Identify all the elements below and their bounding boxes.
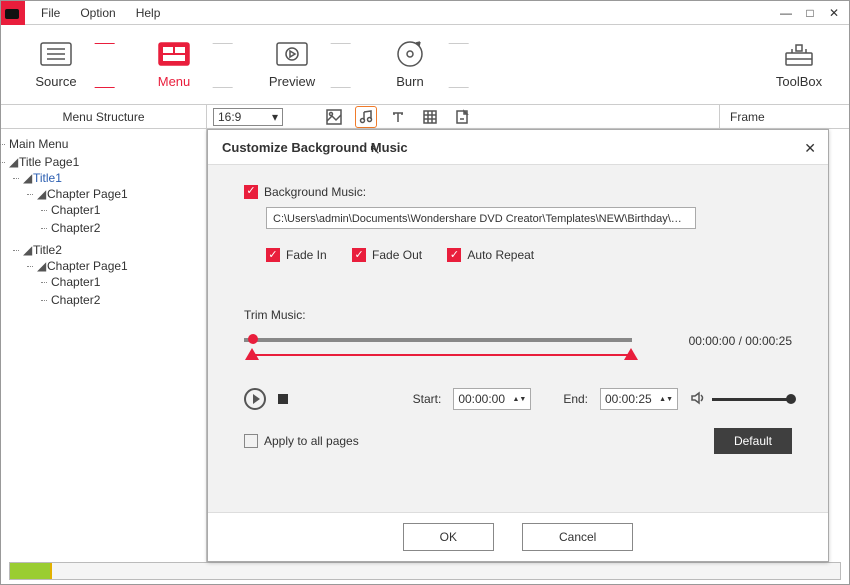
- chevron-down-icon: ▾: [272, 110, 278, 124]
- auto-repeat-checkbox[interactable]: ✓ Auto Repeat: [447, 248, 534, 262]
- step-burn-label: Burn: [365, 74, 455, 89]
- step-arrow: [455, 35, 483, 95]
- menu-option[interactable]: Option: [70, 6, 125, 20]
- customize-music-dialog: Customize Background Music ✕ ✓ Backgroun…: [207, 129, 829, 562]
- maximize-button[interactable]: □: [803, 6, 817, 20]
- trim-slider[interactable]: 00:00:00 / 00:00:25: [244, 330, 792, 360]
- apply-all-label: Apply to all pages: [264, 434, 359, 448]
- music-path-field[interactable]: C:\Users\admin\Documents\Wondershare DVD…: [266, 207, 696, 229]
- tree-title2[interactable]: ◢Title2 ◢Chapter Page1 Chapter1 Chapter2: [23, 241, 198, 313]
- menu-help[interactable]: Help: [126, 6, 171, 20]
- trim-start-handle[interactable]: [245, 348, 259, 360]
- background-music-checkbox[interactable]: ✓ Background Music:: [244, 185, 366, 199]
- start-time-value: 00:00:00: [458, 392, 505, 406]
- menu-tree[interactable]: Main Menu ◢Title Page1 ◢Title1 ◢Chapter …: [1, 129, 207, 562]
- fade-in-checkbox[interactable]: ✓ Fade In: [266, 248, 327, 262]
- check-icon: ✓: [447, 248, 461, 262]
- background-image-icon[interactable]: [323, 106, 345, 128]
- spinner-icon[interactable]: ▲▼: [512, 396, 526, 403]
- tree-title1[interactable]: ◢Title1 ◢Chapter Page1 Chapter1 Chapter2: [23, 169, 198, 241]
- end-time-field[interactable]: 00:00:25 ▲▼: [600, 388, 678, 410]
- step-preview[interactable]: Preview: [247, 40, 337, 89]
- end-label: End:: [563, 392, 588, 406]
- frame-panel-header: Frame: [719, 105, 849, 128]
- step-burn[interactable]: Burn: [365, 40, 455, 89]
- end-time-value: 00:00:25: [605, 392, 652, 406]
- dialog-close-button[interactable]: ✕: [804, 140, 816, 157]
- default-button[interactable]: Default: [714, 428, 792, 454]
- tree-chapter1[interactable]: Chapter1: [51, 201, 198, 219]
- menu-file[interactable]: File: [31, 6, 70, 20]
- trim-time-display: 00:00:00 / 00:00:25: [689, 334, 792, 348]
- step-arrow: [337, 35, 365, 95]
- background-music-icon[interactable]: [355, 106, 377, 128]
- minimize-button[interactable]: —: [779, 6, 793, 20]
- spinner-icon[interactable]: ▲▼: [659, 396, 673, 403]
- app-logo: [1, 1, 25, 25]
- trim-playhead[interactable]: [248, 334, 258, 344]
- tree-chapter-page1b[interactable]: ◢Chapter Page1 Chapter1 Chapter2: [37, 257, 198, 311]
- step-source-label: Source: [11, 74, 101, 89]
- tree-title-page1[interactable]: ◢Title Page1 ◢Title1 ◢Chapter Page1 Chap…: [9, 153, 198, 315]
- disc-usage-bar: [9, 562, 841, 580]
- fade-out-checkbox[interactable]: ✓ Fade Out: [352, 248, 422, 262]
- tree-chapter-page1a[interactable]: ◢Chapter Page1 Chapter1 Chapter2: [37, 185, 198, 239]
- step-menu[interactable]: Menu: [129, 40, 219, 89]
- step-arrow: [101, 35, 129, 95]
- apply-all-checkbox[interactable]: Apply to all pages: [244, 434, 359, 448]
- checkbox-empty-icon: [244, 434, 258, 448]
- tree-chapter4[interactable]: Chapter2: [51, 291, 198, 309]
- template-icon[interactable]: [451, 106, 473, 128]
- toolbox-button[interactable]: ToolBox: [759, 41, 839, 89]
- ok-button[interactable]: OK: [403, 523, 494, 551]
- check-icon: ✓: [352, 248, 366, 262]
- background-music-label: Background Music:: [264, 185, 366, 199]
- fade-out-label: Fade Out: [372, 248, 422, 262]
- chapter-icon[interactable]: [419, 106, 441, 128]
- volume-slider[interactable]: [712, 398, 792, 401]
- start-label: Start:: [413, 392, 442, 406]
- fade-in-label: Fade In: [286, 248, 327, 262]
- step-arrow: [219, 35, 247, 95]
- step-menu-label: Menu: [129, 74, 219, 89]
- trim-music-label: Trim Music:: [244, 308, 792, 322]
- tree-chapter2[interactable]: Chapter2: [51, 219, 198, 237]
- text-icon[interactable]: [387, 106, 409, 128]
- check-icon: ✓: [244, 185, 258, 199]
- start-time-field[interactable]: 00:00:00 ▲▼: [453, 388, 531, 410]
- play-button[interactable]: [244, 388, 266, 410]
- step-source[interactable]: Source: [11, 40, 101, 89]
- check-icon: ✓: [266, 248, 280, 262]
- tree-chapter3[interactable]: Chapter1: [51, 273, 198, 291]
- menu-structure-header: Menu Structure: [1, 105, 207, 128]
- cancel-button[interactable]: Cancel: [522, 523, 633, 551]
- stop-button[interactable]: [278, 394, 288, 404]
- aspect-ratio-select[interactable]: 16:9 ▾: [213, 108, 283, 126]
- step-preview-label: Preview: [247, 74, 337, 89]
- aspect-value: 16:9: [218, 110, 241, 124]
- toolbox-label: ToolBox: [759, 74, 839, 89]
- auto-repeat-label: Auto Repeat: [467, 248, 534, 262]
- close-window-button[interactable]: ✕: [827, 6, 841, 20]
- volume-icon[interactable]: [690, 391, 706, 408]
- trim-end-handle[interactable]: [624, 348, 638, 360]
- tree-main-menu[interactable]: Main Menu: [9, 135, 198, 153]
- dialog-title: Customize Background Music: [208, 130, 828, 165]
